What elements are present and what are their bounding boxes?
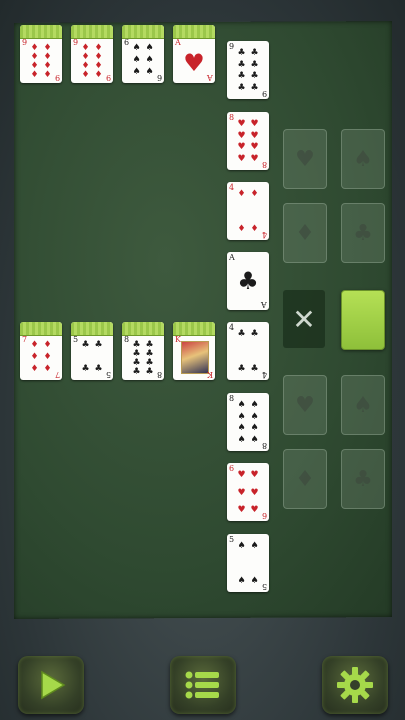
stock-pile[interactable]	[341, 290, 385, 350]
menu-icon	[185, 671, 219, 699]
bottom-card-3[interactable]: 8 ♣ ♣ ♣ ♣ ♣ ♣ ♣ ♣ 8	[122, 322, 164, 380]
settings-button[interactable]	[322, 656, 388, 714]
play-button[interactable]	[18, 656, 84, 714]
play-icon	[41, 670, 66, 700]
card-rank-bottom: 8	[156, 370, 162, 379]
foundation-slot-heart-2[interactable]: ♥	[283, 375, 327, 435]
card-rank-bottom: 5	[261, 582, 267, 591]
column-card-4[interactable]: A ♣ A	[227, 252, 269, 310]
foundation-slot-spade-2[interactable]: ♠	[341, 375, 385, 435]
card-rank-bottom: 8	[261, 160, 267, 169]
bottom-card-2[interactable]: 5 ♣ ♣ ♣ ♣ 5	[71, 322, 113, 380]
card-rank-bottom: K	[207, 370, 213, 379]
close-icon: ✕	[292, 302, 316, 336]
card-rank: 9	[22, 38, 28, 47]
card-pips: ♣ ♣ ♣ ♣	[237, 329, 259, 374]
card-pips: ♠ ♠ ♠ ♠	[237, 541, 259, 586]
card-rank: 9	[73, 38, 79, 47]
column-card-3[interactable]: 4 ♦ ♦ ♦ ♦ 4	[227, 182, 269, 240]
card-rank: 8	[229, 394, 235, 403]
spade-icon: ♠	[353, 146, 373, 172]
card-rank-bottom: 6	[156, 73, 162, 82]
card-rank-bottom: 5	[105, 370, 111, 379]
card-pips: ♦ ♦ ♦ ♦ ♦ ♦	[30, 340, 52, 374]
card-rank: 5	[73, 335, 79, 344]
card-rank: 6	[229, 464, 235, 473]
gear-icon	[337, 667, 373, 703]
card-rank-bottom: 8	[261, 441, 267, 450]
card-rank: 5	[229, 535, 235, 544]
bottom-card-4[interactable]: K K	[173, 322, 215, 380]
card-rank-bottom: 9	[54, 73, 60, 82]
card-pips: ♣ ♣ ♣ ♣ ♣ ♣ ♣ ♣	[132, 340, 154, 377]
discard-slot[interactable]: ✕	[283, 290, 325, 348]
column-card-1[interactable]: 9 ♣ ♣ ♣ ♣ ♣ ♣ ♣ ♣ 9	[227, 41, 269, 99]
club-icon: ♣	[353, 466, 373, 492]
card-rank: 8	[229, 113, 235, 122]
column-card-5[interactable]: 4 ♣ ♣ ♣ ♣ 4	[227, 322, 269, 380]
card-rank-bottom: 9	[105, 73, 111, 82]
king-face-image	[181, 341, 209, 374]
foundation-slot-diamond[interactable]: ♦	[283, 203, 327, 263]
card-rank-bottom: 6	[261, 511, 267, 520]
card-pips: ♠ ♠ ♠ ♠ ♠ ♠ ♠ ♠	[237, 400, 259, 445]
column-card-2[interactable]: 8 ♥ ♥ ♥ ♥ ♥ ♥ ♥ ♥ 8	[227, 112, 269, 170]
card-rank-bottom: A	[261, 300, 267, 309]
card-rank: 4	[229, 323, 235, 332]
card-rank-bottom: 7	[54, 370, 60, 379]
bottom-card-1[interactable]: 7 ♦ ♦ ♦ ♦ ♦ ♦ 7	[20, 322, 62, 380]
top-card-1[interactable]: 9 ♦ ♦ ♦ ♦ ♦ ♦ ♦ ♦ 9	[20, 25, 62, 83]
column-card-8[interactable]: 5 ♠ ♠ ♠ ♠ 5	[227, 534, 269, 592]
heart-icon: ♥	[295, 392, 315, 418]
card-rank: 4	[229, 183, 235, 192]
heart-icon: ♥	[295, 146, 315, 172]
card-pips: ♦ ♦ ♦ ♦	[237, 189, 259, 234]
top-card-2[interactable]: 9 ♦ ♦ ♦ ♦ ♦ ♦ ♦ ♦ 9	[71, 25, 113, 83]
card-rank: A	[229, 253, 235, 262]
heart-icon: ♥	[183, 49, 205, 77]
top-card-3[interactable]: 6 ♠ ♠ ♠ ♠ ♠ ♠ 6	[122, 25, 164, 83]
card-pips: ♣ ♣ ♣ ♣ ♣ ♣ ♣ ♣	[237, 48, 259, 93]
club-icon: ♣	[353, 220, 373, 246]
foundation-slot-diamond-2[interactable]: ♦	[283, 449, 327, 509]
card-rank: 6	[124, 38, 130, 47]
card-rank-bottom: A	[207, 73, 213, 82]
menu-button[interactable]	[170, 656, 236, 714]
card-pips: ♦ ♦ ♦ ♦ ♦ ♦ ♦ ♦	[81, 43, 103, 80]
foundation-slot-club[interactable]: ♣	[341, 203, 385, 263]
card-rank: 8	[124, 335, 130, 344]
card-rank: A	[175, 38, 181, 47]
spade-icon: ♠	[353, 392, 373, 418]
card-pips: ♣ ♣ ♣ ♣	[81, 340, 103, 374]
foundation-slot-spade[interactable]: ♠	[341, 129, 385, 189]
card-rank-bottom: 9	[261, 89, 267, 98]
club-icon: ♣	[237, 267, 259, 295]
felt-table	[14, 21, 392, 619]
card-pips: ♠ ♠ ♠ ♠ ♠ ♠	[132, 43, 154, 77]
diamond-icon: ♦	[295, 220, 315, 246]
card-rank: 7	[22, 335, 28, 344]
column-card-7[interactable]: 6 ♥ ♥ ♥ ♥ ♥ ♥ 6	[227, 463, 269, 521]
foundation-slot-club-2[interactable]: ♣	[341, 449, 385, 509]
card-rank-bottom: 4	[261, 370, 267, 379]
card-pips: ♥ ♥ ♥ ♥ ♥ ♥	[237, 470, 259, 515]
card-pips: ♦ ♦ ♦ ♦ ♦ ♦ ♦ ♦	[30, 43, 52, 80]
diamond-icon: ♦	[295, 466, 315, 492]
card-rank-bottom: 4	[261, 230, 267, 239]
top-card-4[interactable]: A ♥ A	[173, 25, 215, 83]
card-rank: 9	[229, 42, 235, 51]
card-pips: ♥ ♥ ♥ ♥ ♥ ♥ ♥ ♥	[237, 119, 259, 164]
column-card-6[interactable]: 8 ♠ ♠ ♠ ♠ ♠ ♠ ♠ ♠ 8	[227, 393, 269, 451]
foundation-slot-heart[interactable]: ♥	[283, 129, 327, 189]
